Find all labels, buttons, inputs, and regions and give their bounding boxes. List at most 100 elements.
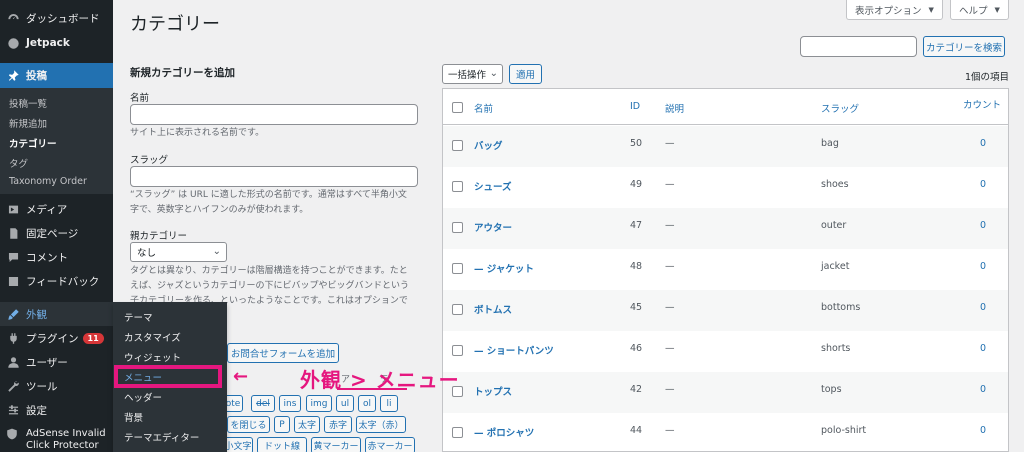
table-row: — ポロシャツ 44 — polo-shirt 0 <box>443 413 1008 452</box>
screen-options-button[interactable]: 表示オプション ▼ <box>846 0 943 20</box>
category-description: — <box>665 179 675 190</box>
submenu-taxonomy-order[interactable]: Taxonomy Order <box>9 176 87 187</box>
pin-icon <box>6 69 20 83</box>
column-description[interactable]: 説明 <box>665 101 684 115</box>
add-category-title: 新規カテゴリーを追加 <box>130 67 235 79</box>
quicktag-red[interactable]: 赤字 <box>324 416 352 433</box>
row-checkbox[interactable] <box>452 304 463 315</box>
category-id: 45 <box>630 302 643 313</box>
help-button[interactable]: ヘルプ ▼ <box>950 0 1009 20</box>
category-count-link[interactable]: 0 <box>980 425 986 436</box>
adsense-label-line2: Click Protector <box>26 440 99 451</box>
submenu-tags[interactable]: タグ <box>9 156 28 170</box>
quicktag-yellow-marker[interactable]: 黄マーカー <box>311 437 361 452</box>
media-icon <box>6 202 20 216</box>
bulk-action-select[interactable]: 一括操作 ⌄ <box>442 64 503 84</box>
quicktag-img[interactable]: img <box>306 395 332 412</box>
sidebar-item-media[interactable]: メディア <box>0 198 113 220</box>
quicktag-ins[interactable]: ins <box>279 395 301 412</box>
row-checkbox[interactable] <box>452 263 463 274</box>
flyout-item-widgets[interactable]: ウィジェット <box>124 350 181 364</box>
column-slug[interactable]: スラッグ <box>821 101 859 115</box>
sidebar-item-posts[interactable]: 投稿 <box>0 63 113 88</box>
category-slug: outer <box>821 220 847 231</box>
sidebar-item-label: コメント <box>26 251 68 264</box>
flyout-item-header[interactable]: ヘッダー <box>124 390 162 404</box>
name-input[interactable] <box>130 104 418 125</box>
category-id: 44 <box>630 425 643 436</box>
sidebar-item-dashboard[interactable]: ダッシュボード <box>0 7 113 29</box>
sidebar-item-label: 設定 <box>26 404 47 417</box>
quicktag-small[interactable]: 小文字 <box>223 437 253 452</box>
sidebar-item-jetpack[interactable]: Jetpack <box>0 32 113 54</box>
parent-category-select[interactable]: なし ⌄ <box>130 242 227 262</box>
quicktag-p[interactable]: P <box>274 416 290 433</box>
category-id: 46 <box>630 343 643 354</box>
sidebar-item-adsense[interactable]: AdSense Invalid Click Protector <box>0 428 113 452</box>
quicktag-dotted[interactable]: ドット線 <box>257 437 307 452</box>
flyout-item-background[interactable]: 背景 <box>124 410 143 424</box>
category-id: 42 <box>630 384 643 395</box>
quicktag-del[interactable]: del <box>251 395 275 412</box>
column-name[interactable]: 名前 <box>474 101 493 115</box>
sidebar-item-feedback[interactable]: フィードバック <box>0 270 113 292</box>
quicktag-red-marker[interactable]: 赤マーカー <box>365 437 415 452</box>
sidebar-item-appearance[interactable]: 外観 <box>0 302 113 326</box>
column-count[interactable]: カウント <box>963 97 1001 111</box>
sidebar-item-pages[interactable]: 固定ページ <box>0 222 113 244</box>
row-checkbox[interactable] <box>452 345 463 356</box>
select-all-checkbox[interactable] <box>452 102 463 113</box>
category-name-link[interactable]: ボトムス <box>474 302 512 316</box>
menu-highlight-box <box>114 365 222 388</box>
category-count-link[interactable]: 0 <box>980 261 986 272</box>
category-id: 49 <box>630 179 643 190</box>
quicktag-li[interactable]: li <box>380 395 398 412</box>
quicktag-ul[interactable]: ul <box>336 395 354 412</box>
row-checkbox[interactable] <box>452 427 463 438</box>
name-label: 名前 <box>130 93 150 104</box>
sidebar-item-settings[interactable]: 設定 <box>0 399 113 421</box>
sidebar-item-tools[interactable]: ツール <box>0 375 113 397</box>
row-checkbox[interactable] <box>452 181 463 192</box>
sidebar-item-users[interactable]: ユーザー <box>0 351 113 373</box>
category-count-link[interactable]: 0 <box>980 179 986 190</box>
column-id[interactable]: ID <box>630 101 640 112</box>
category-count-link[interactable]: 0 <box>980 343 986 354</box>
category-name-link[interactable]: — ショートパンツ <box>474 343 554 357</box>
flyout-item-customize[interactable]: カスタマイズ <box>124 330 181 344</box>
row-checkbox[interactable] <box>452 140 463 151</box>
quicktag-close[interactable]: を閉じる <box>227 416 270 433</box>
quicktag-ol[interactable]: ol <box>358 395 376 412</box>
category-name-link[interactable]: バッグ <box>474 138 503 152</box>
submenu-all-posts[interactable]: 投稿一覧 <box>9 96 47 110</box>
apply-button[interactable]: 適用 <box>509 64 542 84</box>
category-slug: jacket <box>821 261 850 272</box>
category-name-link[interactable]: トップス <box>474 384 512 398</box>
category-name-link[interactable]: アウター <box>474 220 512 234</box>
category-id: 48 <box>630 261 643 272</box>
slug-input[interactable] <box>130 166 418 187</box>
category-name-link[interactable]: — ジャケット <box>474 261 534 275</box>
quicktag-bold[interactable]: 太字 <box>294 416 320 433</box>
category-name-link[interactable]: — ポロシャツ <box>474 425 534 439</box>
feedback-icon <box>6 274 20 288</box>
submenu-categories[interactable]: カテゴリー <box>9 136 57 150</box>
flyout-item-themes[interactable]: テーマ <box>124 310 153 324</box>
row-checkbox[interactable] <box>452 222 463 233</box>
category-count-link[interactable]: 0 <box>980 138 986 149</box>
category-count-link[interactable]: 0 <box>980 220 986 231</box>
quicktag-bold-red[interactable]: 太字（赤） <box>356 416 406 433</box>
search-categories-input[interactable] <box>800 36 917 57</box>
search-categories-button[interactable]: カテゴリーを検索 <box>923 36 1005 57</box>
category-count-link[interactable]: 0 <box>980 302 986 313</box>
dashboard-icon <box>6 11 20 25</box>
flyout-item-theme-editor[interactable]: テーマエディター <box>124 430 199 444</box>
add-contact-form-button[interactable]: お問合せフォームを追加 <box>227 343 339 363</box>
category-count-link[interactable]: 0 <box>980 384 986 395</box>
table-row: — ジャケット 48 — jacket 0 <box>443 249 1008 290</box>
sidebar-item-plugins[interactable]: プラグイン 11 <box>0 327 113 349</box>
sidebar-item-comments[interactable]: コメント <box>0 246 113 268</box>
category-description: — <box>665 343 675 354</box>
category-name-link[interactable]: シューズ <box>474 179 512 193</box>
submenu-add-new[interactable]: 新規追加 <box>9 116 47 130</box>
